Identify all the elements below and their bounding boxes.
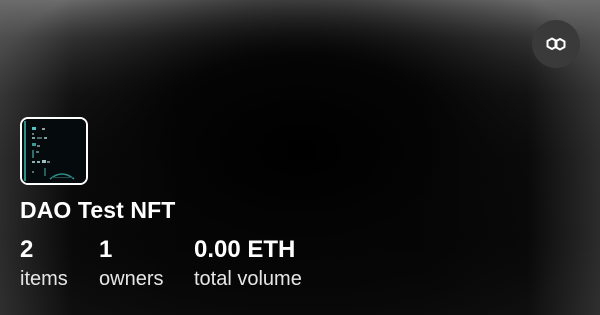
collection-preview-card: DAO Test NFT 2 items 1 owners 0.00 ETH t…: [0, 0, 600, 315]
collection-image: [22, 119, 86, 183]
stat-items: 2 items: [20, 236, 68, 291]
owners-label: owners: [99, 268, 164, 290]
polygon-icon: [546, 37, 566, 51]
stat-total-volume: 0.00 ETH total volume: [194, 236, 302, 291]
items-count: 2: [20, 236, 34, 263]
total-volume-label: total volume: [194, 268, 302, 290]
collection-title: DAO Test NFT: [20, 197, 176, 223]
stat-owners: 1 owners: [99, 236, 163, 291]
owners-count: 1: [99, 236, 113, 263]
items-label: items: [20, 268, 68, 290]
total-volume-value: 0.00 ETH: [194, 236, 296, 263]
collection-avatar[interactable]: [20, 117, 88, 185]
chain-badge[interactable]: [532, 20, 580, 68]
